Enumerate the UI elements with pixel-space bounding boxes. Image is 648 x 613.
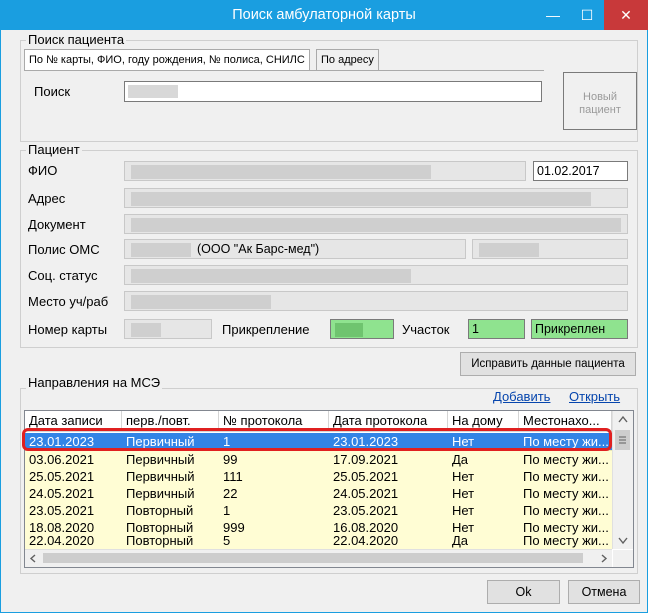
cell: Первичный — [126, 486, 195, 501]
chevron-down-icon — [618, 537, 628, 545]
scroll-down-button[interactable] — [613, 532, 633, 549]
scroll-corner — [613, 550, 633, 567]
cell: 22.04.2020 — [29, 536, 95, 548]
document-field — [124, 214, 628, 234]
cell: 1 — [223, 503, 231, 518]
cell: По месту жи... — [523, 503, 609, 518]
work-place-label: Место уч/раб — [28, 294, 109, 309]
chevron-right-icon — [601, 554, 608, 563]
scroll-thumb[interactable] — [615, 430, 630, 450]
cell: Да — [452, 452, 469, 467]
cell: 03.06.2021 — [29, 452, 95, 467]
cell: 23.05.2021 — [333, 503, 399, 518]
tab-divider — [24, 70, 544, 71]
open-referral-link[interactable]: Открыть — [569, 389, 620, 404]
cell: Повторный — [126, 520, 194, 535]
social-status-field — [124, 265, 628, 285]
scroll-up-button[interactable] — [613, 411, 633, 428]
scroll-left-button[interactable] — [25, 550, 42, 567]
attach-field — [330, 319, 394, 339]
new-patient-button[interactable]: Новый пациент — [563, 72, 637, 130]
patient-group-label: Пациент — [26, 142, 82, 157]
cell: По месту жи... — [523, 452, 609, 467]
attach-status-field: Прикреплен — [531, 319, 628, 339]
work-place-field — [124, 291, 628, 311]
horizontal-scrollbar[interactable] — [25, 549, 612, 567]
cell: Нет — [452, 469, 475, 484]
birth-date-field: 01.02.2017 — [533, 161, 628, 181]
district-field: 1 — [468, 319, 525, 339]
cell: По месту жи... — [523, 536, 609, 548]
card-number-field — [124, 319, 212, 339]
cell: 17.09.2021 — [333, 452, 399, 467]
cell: Повторный — [126, 503, 194, 518]
fio-field — [124, 161, 526, 181]
cell: Первичный — [126, 452, 195, 467]
mse-group-label: Направления на МСЭ — [26, 375, 163, 390]
cell: По месту жи... — [523, 520, 609, 535]
district-label: Участок — [402, 322, 450, 337]
scroll-right-button[interactable] — [595, 550, 612, 567]
card-number-label: Номер карты — [28, 322, 108, 337]
cell: 5 — [223, 536, 231, 548]
tab-by-card-number[interactable]: По № карты, ФИО, году рождения, № полиса… — [24, 49, 310, 71]
cell: 99 — [223, 452, 238, 467]
search-input-redacted — [128, 85, 178, 98]
fio-label: ФИО — [28, 163, 58, 178]
cell: Нет — [452, 503, 475, 518]
cell: 24.05.2021 — [29, 486, 95, 501]
close-button[interactable]: ✕ — [604, 0, 648, 30]
fix-patient-data-button[interactable]: Исправить данные пациента — [460, 352, 636, 376]
chevron-left-icon — [29, 554, 36, 563]
oms-number-field — [472, 239, 628, 259]
cell: Да — [452, 536, 469, 548]
address-field — [124, 188, 628, 208]
ok-button[interactable]: Ok — [487, 580, 560, 604]
cell: 23.05.2021 — [29, 503, 95, 518]
add-referral-link[interactable]: Добавить — [493, 389, 550, 404]
cell: 25.05.2021 — [333, 469, 399, 484]
cell: Нет — [452, 520, 475, 535]
cell: 16.08.2020 — [333, 520, 399, 535]
cancel-button[interactable]: Отмена — [568, 580, 640, 604]
oms-label: Полис ОМС — [28, 242, 100, 257]
table-row[interactable]: 22.04.2020 Повторный 5 22.04.2020 Да По … — [25, 536, 612, 550]
cell: 22 — [223, 486, 238, 501]
cell: Нет — [452, 486, 475, 501]
cell: 24.05.2021 — [333, 486, 399, 501]
search-label: Поиск — [34, 84, 71, 99]
cell: 999 — [223, 520, 245, 535]
cell: Повторный — [126, 536, 194, 548]
table-row[interactable]: 24.05.2021 Первичный 22 24.05.2021 Нет П… — [25, 485, 612, 503]
address-label: Адрес — [28, 191, 66, 206]
cell: 22.04.2020 — [333, 536, 399, 548]
oms-insurer: (ООО "Ак Барс-мед") — [197, 242, 320, 256]
cell: По месту жи... — [523, 469, 609, 484]
social-status-label: Соц. статус — [28, 268, 98, 283]
cell: 111 — [223, 469, 243, 484]
search-group-label: Поиск пациента — [26, 32, 127, 47]
hscroll-thumb[interactable] — [43, 553, 583, 563]
vertical-scrollbar[interactable] — [612, 411, 633, 549]
oms-field: (ООО "Ак Барс-мед") — [124, 239, 466, 259]
cell: 18.08.2020 — [29, 520, 95, 535]
table-row[interactable]: 23.05.2021 Повторный 1 23.05.2021 Нет По… — [25, 502, 612, 520]
document-label: Документ — [28, 217, 86, 232]
table-row[interactable]: 25.05.2021 Первичный 111 25.05.2021 Нет … — [25, 468, 612, 486]
cell: 25.05.2021 — [29, 469, 95, 484]
cell: Первичный — [126, 469, 195, 484]
minimize-button[interactable]: — — [536, 0, 570, 30]
search-input[interactable] — [124, 81, 542, 102]
chevron-up-icon — [618, 415, 628, 423]
highlight-annotation — [22, 428, 612, 451]
tab-by-address[interactable]: По адресу — [316, 49, 379, 71]
cell: По месту жи... — [523, 486, 609, 501]
attach-label: Прикрепление — [222, 322, 310, 337]
grip-icon — [619, 436, 626, 444]
table-row[interactable]: 03.06.2021 Первичный 99 17.09.2021 Да По… — [25, 451, 612, 469]
table-row[interactable]: 18.08.2020 Повторный 999 16.08.2020 Нет … — [25, 519, 612, 537]
maximize-button[interactable]: ☐ — [570, 0, 604, 30]
